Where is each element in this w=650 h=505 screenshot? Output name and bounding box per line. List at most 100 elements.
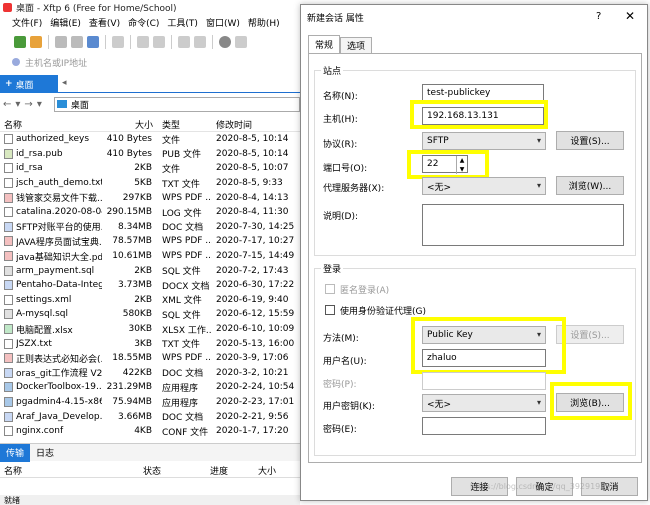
file-name: SFTP对账平台的使用... xyxy=(16,223,102,234)
forward-arrow-icon[interactable]: → xyxy=(24,99,32,110)
file-row[interactable]: Araf_Java_Develop... 3.66MB DOC 文档 2020-2-2… xyxy=(0,409,300,424)
password-input[interactable] xyxy=(422,372,546,390)
address-bar[interactable]: 主机名或IP地址 xyxy=(0,53,300,71)
dropdown-arrow-icon[interactable]: ▾ xyxy=(15,99,20,110)
tab-options[interactable]: 选项 xyxy=(340,37,372,53)
anonymous-checkbox[interactable] xyxy=(325,284,335,294)
column-type[interactable]: 类型 xyxy=(162,118,180,131)
file-row[interactable]: JSZX.txt 3KB TXT 文件 2020-5-13, 16:00 xyxy=(0,336,300,351)
open-folder-icon[interactable] xyxy=(30,36,42,48)
transfer-col-name[interactable]: 名称 xyxy=(4,464,22,477)
file-row[interactable]: 电脑配置.xlsx 30KB XLSX 工作... 2020-6-10, 10:09 xyxy=(0,322,300,337)
file-row[interactable]: A-mysql.sql 580KB SQL 文件 2020-6-12, 15:59 xyxy=(0,307,300,322)
exe-file-icon xyxy=(4,397,13,408)
tab-add-icon: + xyxy=(5,79,13,89)
file-date: 2020-1-7, 17:20 xyxy=(216,426,289,437)
sql-file-icon xyxy=(4,265,13,276)
xml-file-icon xyxy=(4,294,13,305)
file-row[interactable]: JAVA程序员面试宝典... 78.57MB WPS PDF ... 2020-7-1… xyxy=(0,234,300,249)
refresh-icon[interactable] xyxy=(87,36,99,48)
connect-icon[interactable] xyxy=(55,36,67,48)
file-row[interactable]: 钱管家交易文件下载... 297KB WPS PDF ... 2020-8-4, 14… xyxy=(0,190,300,205)
file-row[interactable]: SFTP对账平台的使用... 8.34MB DOC 文档 2020-7-30, 14:… xyxy=(0,220,300,235)
file-row[interactable]: 正则表达式必知必会(... 18.55MB WPS PDF ... 2020-3-9,… xyxy=(0,351,300,366)
file-name: catalina.2020-08-04... xyxy=(16,207,102,218)
file-name: DockerToolbox-19.... xyxy=(16,382,102,393)
file-row[interactable]: DockerToolbox-19.... 231.29MB 应用程序 2020-2-2… xyxy=(0,380,300,395)
menu-help[interactable]: 帮助(H) xyxy=(248,16,280,29)
path-box[interactable]: 桌面 xyxy=(53,96,300,112)
tab-desktop[interactable]: + 桌面 xyxy=(0,75,58,93)
options-icon[interactable] xyxy=(219,36,231,48)
new-session-icon[interactable] xyxy=(14,36,26,48)
close-icon[interactable]: ✕ xyxy=(625,9,635,23)
file-row[interactable]: authorized_keys 410 Bytes 文件 2020-8-5, 10:1… xyxy=(0,132,300,147)
file-row[interactable]: id_rsa.pub 410 Bytes PUB 文件 2020-8-5, 10:14 xyxy=(0,147,300,162)
paste-icon[interactable] xyxy=(153,36,165,48)
file-size: 422KB xyxy=(122,367,152,378)
file-row[interactable]: java基础知识大全.pdf 10.61MB WPS PDF ... 2020-7-1… xyxy=(0,249,300,264)
tab-log[interactable]: 日志 xyxy=(30,446,60,459)
help-icon[interactable] xyxy=(235,36,247,48)
file-row[interactable]: nginx.conf 4KB CONF 文件 2020-1-7, 17:20 xyxy=(0,424,300,439)
proxy-select[interactable]: <无> ▾ xyxy=(422,177,546,195)
address-input[interactable]: 主机名或IP地址 xyxy=(25,56,87,69)
help-icon[interactable]: ? xyxy=(596,11,601,22)
protocol-settings-button[interactable]: 设置(S)... xyxy=(556,131,624,150)
proxy-browse-button[interactable]: 浏览(W)... xyxy=(556,176,624,195)
file-row[interactable]: settings.xml 2KB XML 文件 2020-6-19, 9:40 xyxy=(0,293,300,308)
column-date[interactable]: 修改时间 xyxy=(216,118,252,131)
menu-view[interactable]: 查看(V) xyxy=(89,16,120,29)
pdf-file-icon xyxy=(4,353,13,364)
file-date: 2020-8-5, 10:14 xyxy=(216,148,289,159)
toolbar xyxy=(0,31,300,53)
file-row[interactable]: Pentaho-Data-Integ... 3.73MB DOCX 文档 2020-6… xyxy=(0,278,300,293)
transfer-col-size[interactable]: 大小 xyxy=(258,464,276,477)
doc-file-icon xyxy=(4,367,13,378)
tab-general[interactable]: 常规 xyxy=(308,35,340,53)
description-textarea[interactable] xyxy=(422,204,624,246)
file-size: 5KB xyxy=(134,178,152,189)
menu-window[interactable]: 窗口(W) xyxy=(206,16,240,29)
file-row[interactable]: arm_payment.sql 2KB SQL 文件 2020-7-2, 17:43 xyxy=(0,263,300,278)
passphrase-input[interactable] xyxy=(422,417,546,435)
file-type: DOC 文档 xyxy=(162,369,204,380)
anonymous-label: 匿名登录(A) xyxy=(340,286,390,296)
disconnect-icon[interactable] xyxy=(71,36,83,48)
doc-file-icon xyxy=(4,411,13,422)
transfer-col-progress[interactable]: 进度 xyxy=(210,464,228,477)
file-size: 2KB xyxy=(134,265,152,276)
file-name: authorized_keys xyxy=(16,134,90,145)
session-properties-dialog: 新建会话 属性 ? ✕ 常规 选项 站点 名称(N): test-publick… xyxy=(300,4,648,501)
file-type: SQL 文件 xyxy=(162,267,201,278)
back-arrow-icon[interactable]: ← xyxy=(3,99,11,110)
column-name[interactable]: 名称 xyxy=(4,118,22,131)
file-date: 2020-6-19, 9:40 xyxy=(216,294,289,305)
menu-file[interactable]: 文件(F) xyxy=(12,16,42,29)
column-size[interactable]: 大小 xyxy=(135,118,153,131)
view-icon[interactable] xyxy=(112,36,124,48)
protocol-select[interactable]: SFTP ▾ xyxy=(422,132,546,150)
file-type: TXT 文件 xyxy=(162,179,200,190)
menu-tools[interactable]: 工具(T) xyxy=(167,16,198,29)
auth-agent-checkbox[interactable] xyxy=(325,305,335,315)
upload-icon[interactable] xyxy=(178,36,190,48)
file-name: 电脑配置.xlsx xyxy=(16,325,73,336)
file-row[interactable]: catalina.2020-08-04... 290.15MB LOG 文件 2020… xyxy=(0,205,300,220)
tab-transfer[interactable]: 传输 xyxy=(0,443,31,462)
file-row[interactable]: id_rsa 2KB 文件 2020-8-5, 10:07 xyxy=(0,161,300,176)
file-row[interactable]: jsch_auth_demo.txt 5KB TXT 文件 2020-8-5, 9:3… xyxy=(0,176,300,191)
tab-scroll-icon[interactable]: ◂ xyxy=(62,78,67,88)
download-icon[interactable] xyxy=(194,36,206,48)
copy-icon[interactable] xyxy=(137,36,149,48)
method-settings-button[interactable]: 设置(S)... xyxy=(556,325,624,344)
user-key-select[interactable]: <无> ▾ xyxy=(422,394,546,412)
file-row[interactable]: oras_git工作流程 V2... 422KB DOC 文档 2020-3-2, 1… xyxy=(0,366,300,381)
file-row[interactable]: pgadmin4-4.15-x86... 75.94MB 应用程序 2020-2-23… xyxy=(0,395,300,410)
menu-command[interactable]: 命令(C) xyxy=(128,16,159,29)
file-name: 正则表达式必知必会(... xyxy=(16,354,102,365)
dropdown-arrow-icon[interactable]: ▾ xyxy=(37,99,42,110)
menu-edit[interactable]: 编辑(E) xyxy=(50,16,81,29)
transfer-col-status[interactable]: 状态 xyxy=(143,464,161,477)
method-label: 方法(M): xyxy=(323,334,359,344)
